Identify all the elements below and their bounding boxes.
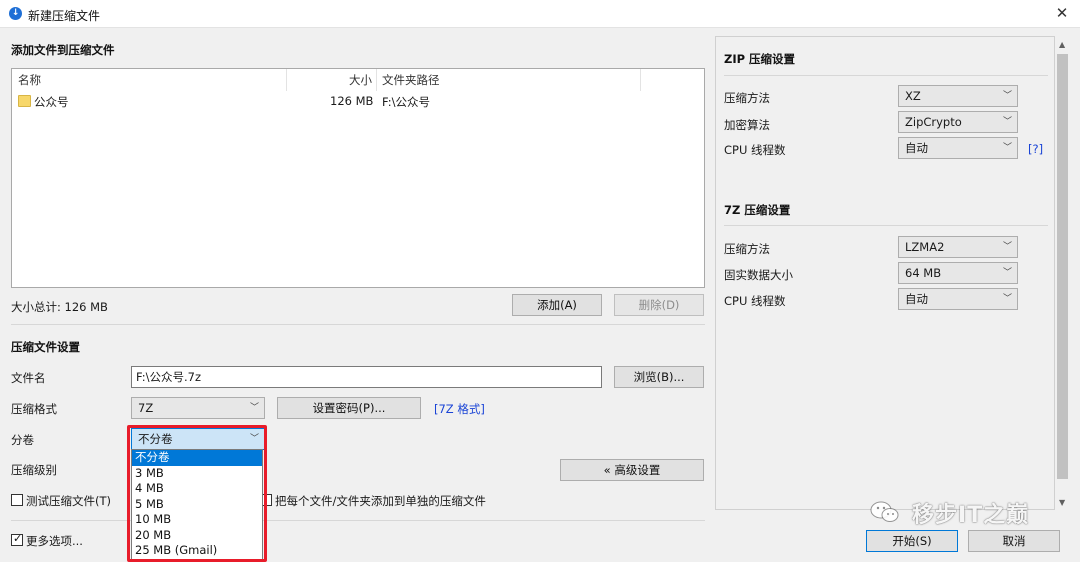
chevron-down-icon: ﹀ bbox=[1002, 268, 1012, 278]
folder-icon bbox=[18, 95, 31, 107]
file-path: F:\公众号 bbox=[382, 95, 430, 109]
zip-method-select[interactable]: XZ ﹀ bbox=[898, 85, 1018, 107]
chevron-down-icon: ﹀ bbox=[249, 403, 259, 413]
zip-threads-select[interactable]: 自动 ﹀ bbox=[898, 137, 1018, 159]
panel-divider bbox=[724, 225, 1048, 226]
add-button[interactable]: 添加(A) bbox=[512, 294, 602, 316]
browse-button[interactable]: 浏览(B)... bbox=[614, 366, 704, 388]
scroll-down-icon[interactable]: ▼ bbox=[1059, 498, 1065, 507]
sevenz-threads-label: CPU 线程数 bbox=[724, 294, 786, 308]
format-label: 压缩格式 bbox=[11, 402, 57, 416]
scroll-up-icon[interactable]: ▲ bbox=[1059, 40, 1065, 49]
zip-settings-title: ZIP 压缩设置 bbox=[724, 52, 796, 66]
zip-threads-value: 自动 bbox=[905, 141, 928, 155]
filename-label: 文件名 bbox=[11, 371, 46, 385]
advanced-settings-button[interactable]: « 高级设置 bbox=[560, 459, 704, 481]
column-header-size[interactable]: 大小 bbox=[349, 69, 372, 91]
vertical-scrollbar[interactable]: ▲ ▼ bbox=[1055, 36, 1070, 510]
zip-method-value: XZ bbox=[905, 89, 921, 103]
file-name: 公众号 bbox=[34, 95, 69, 109]
filename-input[interactable]: F:\公众号.7z bbox=[131, 366, 602, 388]
file-size: 126 MB bbox=[330, 94, 374, 108]
start-button[interactable]: 开始(S) bbox=[866, 530, 958, 552]
sevenz-settings-title: 7Z 压缩设置 bbox=[724, 203, 791, 217]
sevenz-threads-select[interactable]: 自动 ﹀ bbox=[898, 288, 1018, 310]
chevron-down-icon: ﹀ bbox=[1002, 143, 1012, 153]
chevron-down-icon: ﹀ bbox=[1002, 294, 1012, 304]
threads-help-link[interactable]: [?] bbox=[1028, 142, 1043, 156]
format-select[interactable]: 7Z ﹀ bbox=[131, 397, 265, 419]
sevenz-solid-label: 固实数据大小 bbox=[724, 268, 793, 282]
column-header-path[interactable]: 文件夹路径 bbox=[382, 69, 440, 91]
sevenz-method-value: LZMA2 bbox=[905, 240, 945, 254]
title-bar: ↓ 新建压缩文件 ✕ bbox=[0, 0, 1080, 28]
footer-divider bbox=[11, 520, 705, 521]
sevenz-threads-value: 自动 bbox=[905, 292, 928, 306]
test-archive-label: 测试压缩文件(T) bbox=[26, 494, 111, 508]
column-divider bbox=[640, 69, 641, 91]
column-divider bbox=[286, 69, 287, 91]
sevenz-solid-value: 64 MB bbox=[905, 266, 942, 280]
column-header-name[interactable]: 名称 bbox=[18, 69, 41, 91]
wechat-icon bbox=[870, 501, 899, 522]
settings-panel: ZIP 压缩设置 压缩方法 XZ ﹀ 加密算法 ZipCrypto ﹀ CPU … bbox=[715, 36, 1055, 510]
column-divider bbox=[376, 69, 377, 91]
total-size-label: 大小总计: 126 MB bbox=[11, 300, 108, 314]
chevron-down-icon: ﹀ bbox=[1002, 91, 1012, 101]
sevenz-method-select[interactable]: LZMA2 ﹀ bbox=[898, 236, 1018, 258]
format-select-value: 7Z bbox=[138, 401, 154, 415]
app-icon: ↓ bbox=[9, 7, 22, 20]
zip-encrypt-value: ZipCrypto bbox=[905, 115, 962, 129]
cancel-button[interactable]: 取消 bbox=[968, 530, 1060, 552]
more-options-checkbox[interactable]: ✓ bbox=[11, 532, 23, 546]
scrollbar-thumb[interactable] bbox=[1057, 54, 1068, 479]
chevron-down-icon: ﹀ bbox=[1002, 242, 1012, 252]
each-file-label: 把每个文件/文件夹添加到单独的压缩文件 bbox=[275, 494, 486, 508]
set-password-button[interactable]: 设置密码(P)... bbox=[277, 397, 421, 419]
format-help-link[interactable]: [7Z 格式] bbox=[434, 401, 485, 417]
check-icon: ✓ bbox=[13, 532, 23, 545]
zip-threads-label: CPU 线程数 bbox=[724, 143, 786, 157]
panel-divider bbox=[724, 75, 1048, 76]
watermark-text: 移步IT之巅 bbox=[912, 503, 1030, 528]
test-archive-checkbox[interactable] bbox=[11, 494, 23, 506]
sevenz-method-label: 压缩方法 bbox=[724, 242, 770, 256]
file-list[interactable]: 名称 大小 文件夹路径 公众号 126 MB F:\公众号 bbox=[11, 68, 705, 288]
highlight-box bbox=[127, 425, 267, 562]
zip-method-label: 压缩方法 bbox=[724, 91, 770, 105]
zip-encrypt-label: 加密算法 bbox=[724, 118, 770, 132]
level-label: 压缩级别 bbox=[11, 463, 57, 477]
close-icon[interactable]: ✕ bbox=[1052, 3, 1072, 23]
split-label: 分卷 bbox=[11, 433, 34, 447]
chevron-down-icon: ﹀ bbox=[1002, 117, 1012, 127]
zip-encrypt-select[interactable]: ZipCrypto ﹀ bbox=[898, 111, 1018, 133]
sevenz-solid-select[interactable]: 64 MB ﹀ bbox=[898, 262, 1018, 284]
settings-section-title: 压缩文件设置 bbox=[11, 340, 80, 354]
section-divider bbox=[11, 324, 705, 325]
more-options-label: 更多选项... bbox=[26, 534, 83, 548]
window-title: 新建压缩文件 bbox=[28, 9, 101, 23]
files-section-title: 添加文件到压缩文件 bbox=[11, 43, 115, 57]
delete-button[interactable]: 删除(D) bbox=[614, 294, 704, 316]
